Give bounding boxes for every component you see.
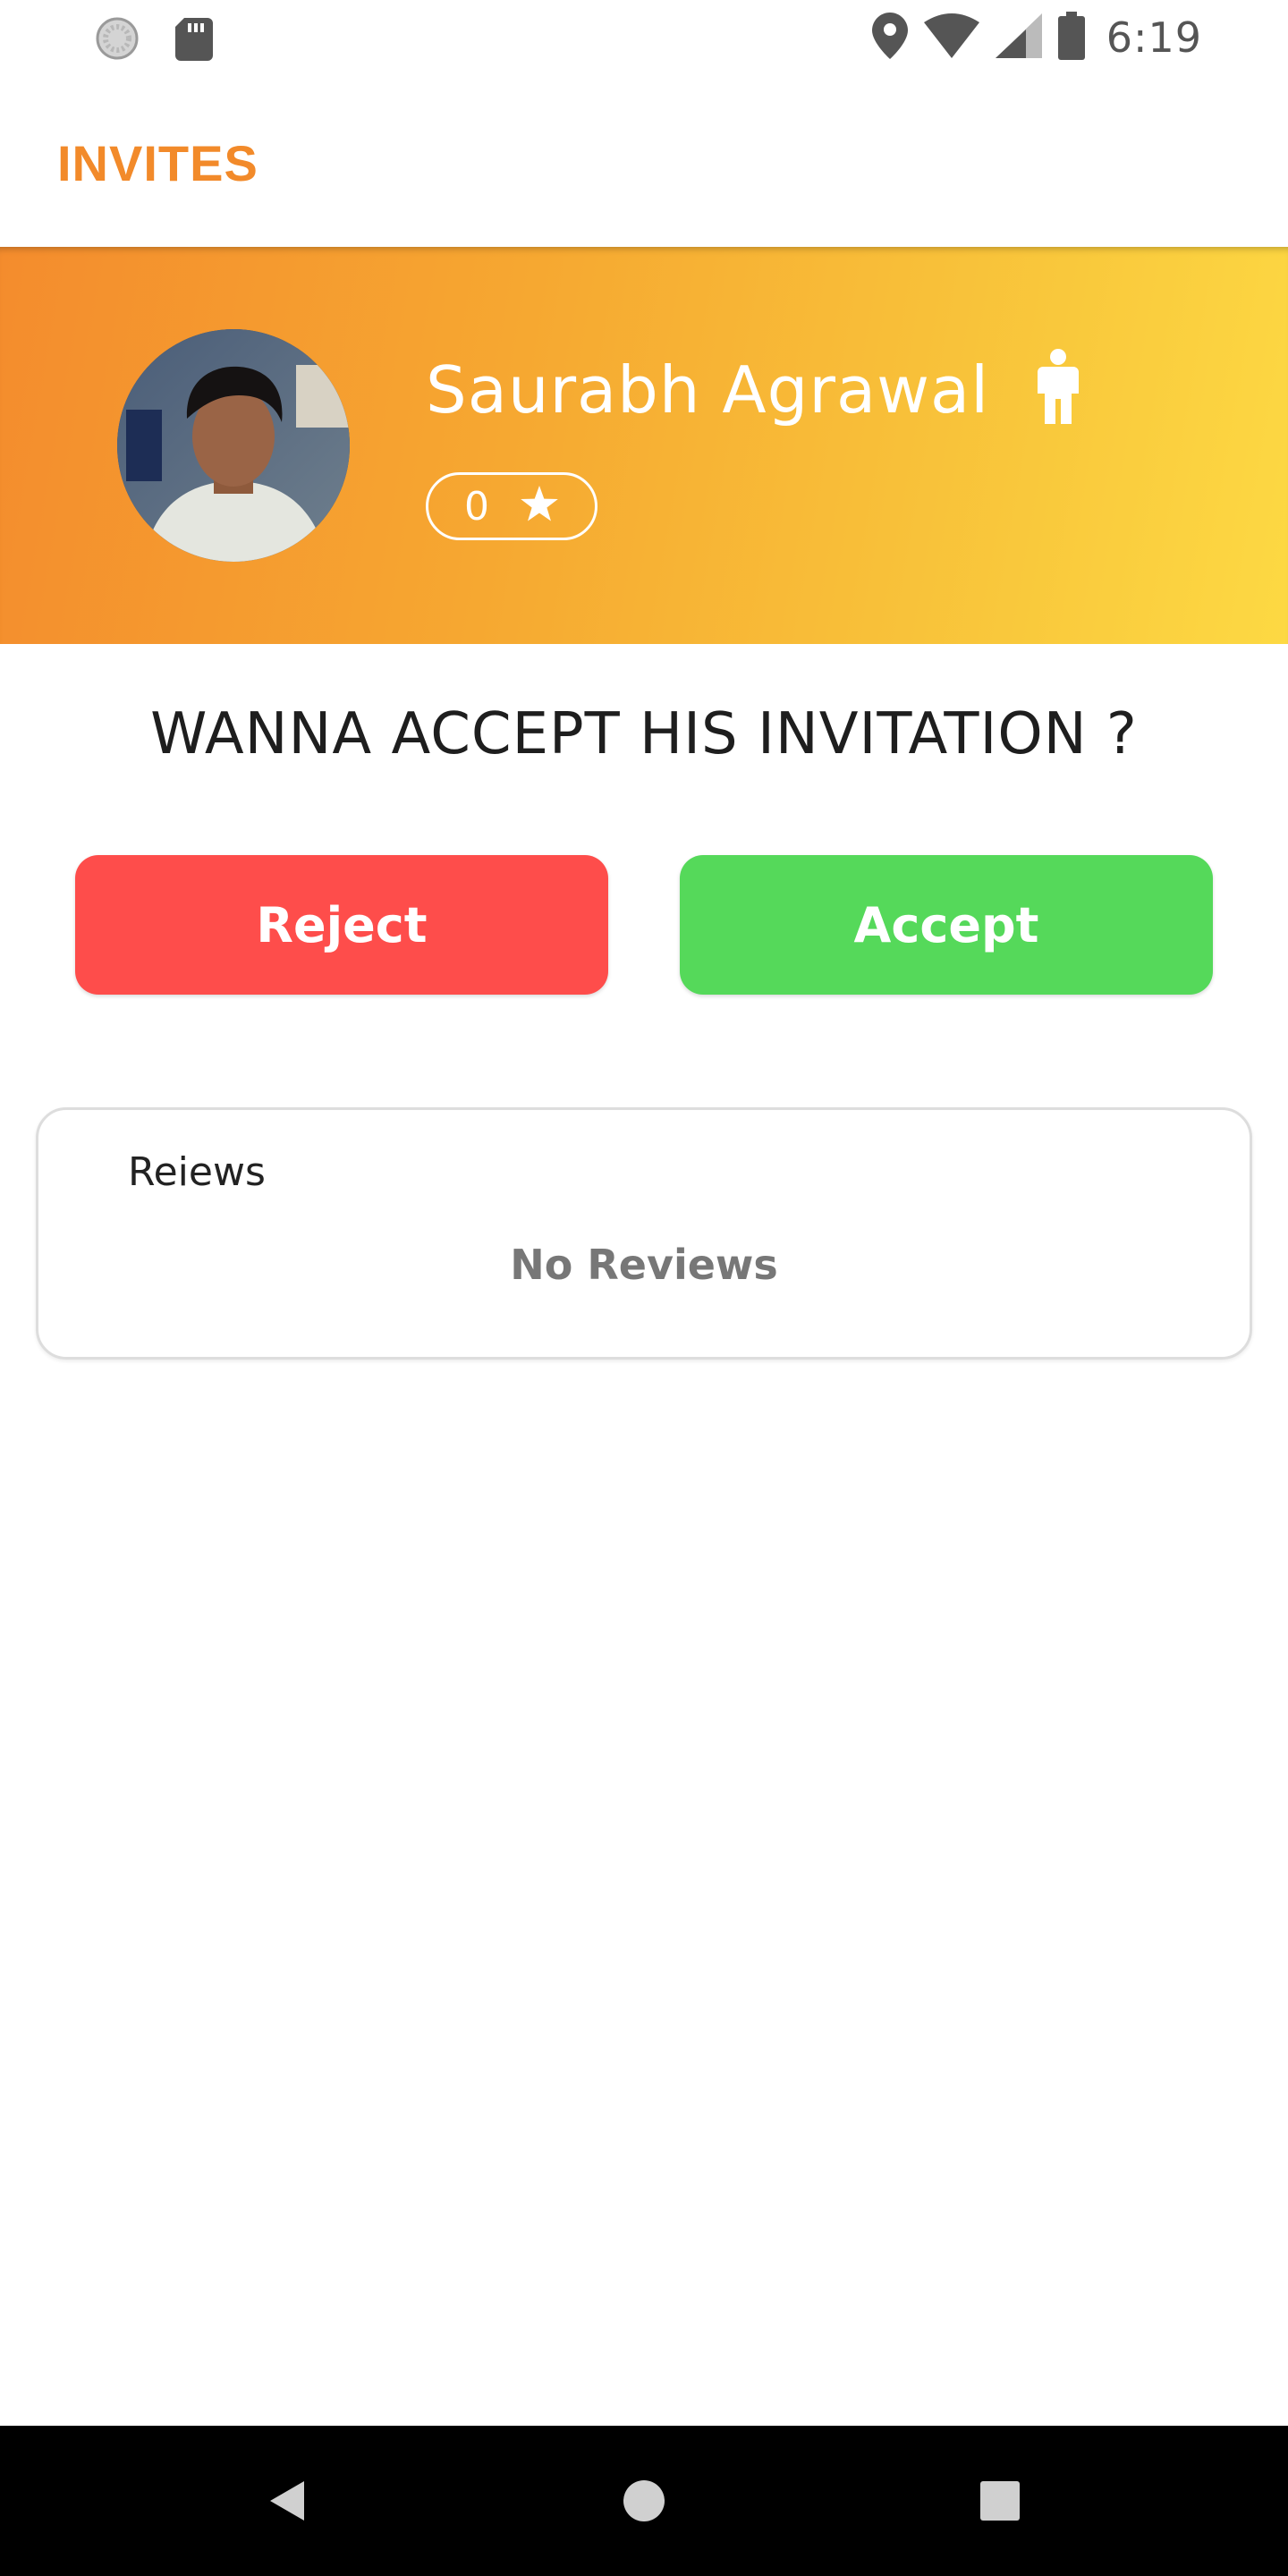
home-icon[interactable]: [623, 2479, 665, 2526]
cell-signal-icon: [995, 13, 1042, 62]
reject-button[interactable]: Reject: [75, 855, 608, 995]
loading-indicator-icon: [95, 16, 140, 64]
male-icon: [1034, 349, 1082, 428]
back-icon[interactable]: [267, 2479, 306, 2526]
reviews-card: Reiews No Reviews: [36, 1107, 1252, 1360]
page-title: INVITES: [57, 135, 258, 191]
recents-icon[interactable]: [980, 2481, 1020, 2524]
accept-button[interactable]: Accept: [680, 855, 1213, 995]
sd-card-icon: [175, 18, 213, 64]
reviews-title: Reiews: [128, 1149, 266, 1195]
star-icon: [520, 486, 559, 527]
app-bar: INVITES: [0, 75, 1288, 247]
status-bar: 6:19: [0, 0, 1288, 75]
wifi-icon: [923, 13, 979, 62]
user-name: Saurabh Agrawal: [426, 352, 990, 428]
rating-badge: 0: [426, 472, 597, 540]
avatar[interactable]: [117, 329, 350, 562]
status-icons: 6:19: [871, 9, 1202, 66]
no-reviews-text: No Reviews: [510, 1241, 778, 1289]
profile-header: Saurabh Agrawal 0: [0, 247, 1288, 644]
battery-icon: [1057, 12, 1085, 64]
location-icon: [871, 13, 908, 63]
status-time: 6:19: [1106, 13, 1202, 62]
invitation-question: WANNA ACCEPT HIS INVITATION ?: [150, 701, 1138, 767]
rating-value: 0: [464, 483, 489, 530]
system-nav-bar: [0, 2426, 1288, 2576]
